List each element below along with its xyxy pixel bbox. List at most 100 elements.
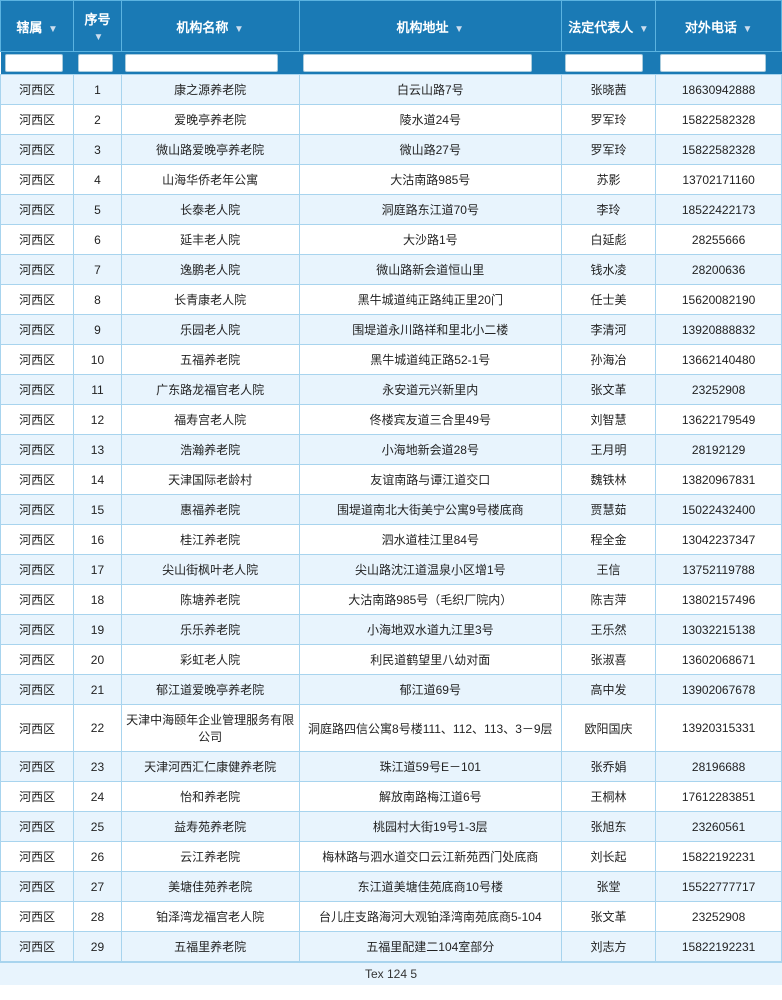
filter-name-input[interactable] — [125, 54, 278, 72]
table-row: 河西区1康之源养老院白云山路7号张晓茜18630942888 — [1, 75, 782, 105]
cell-name: 益寿苑养老院 — [121, 812, 299, 842]
cell-region: 河西区 — [1, 615, 74, 645]
cell-region: 河西区 — [1, 555, 74, 585]
cell-region: 河西区 — [1, 902, 74, 932]
cell-address: 陵水道24号 — [299, 105, 561, 135]
cell-rep: 张晓茜 — [561, 75, 655, 105]
cell-address: 泗水道桂江里84号 — [299, 525, 561, 555]
cell-region: 河西区 — [1, 435, 74, 465]
cell-name: 怡和养老院 — [121, 782, 299, 812]
cell-region: 河西区 — [1, 75, 74, 105]
cell-phone: 13602068671 — [656, 645, 782, 675]
cell-rep: 张文革 — [561, 902, 655, 932]
cell-region: 河西区 — [1, 932, 74, 962]
cell-phone: 15522777717 — [656, 872, 782, 902]
table-row: 河西区20彩虹老人院利民道鹤望里八幼对面张淑喜13602068671 — [1, 645, 782, 675]
cell-phone: 13662140480 — [656, 345, 782, 375]
cell-region: 河西区 — [1, 195, 74, 225]
cell-address: 小海地双水道九江里3号 — [299, 615, 561, 645]
cell-address: 珠江道59号E－101 — [299, 752, 561, 782]
cell-name: 天津中海颐年企业管理服务有限公司 — [121, 705, 299, 752]
cell-seq: 11 — [74, 375, 121, 405]
cell-rep: 王信 — [561, 555, 655, 585]
sort-icon-address[interactable]: ▼ — [454, 24, 464, 35]
header-name[interactable]: 机构名称 ▼ — [121, 1, 299, 52]
cell-name: 广东路龙福官老人院 — [121, 375, 299, 405]
filter-phone-input[interactable] — [660, 54, 766, 72]
cell-seq: 7 — [74, 255, 121, 285]
sort-icon-rep[interactable]: ▼ — [639, 24, 649, 35]
cell-name: 天津河西汇仁康健养老院 — [121, 752, 299, 782]
cell-rep: 王月明 — [561, 435, 655, 465]
table-row: 河西区2爱晚亭养老院陵水道24号罗军玲15822582328 — [1, 105, 782, 135]
header-phone[interactable]: 对外电话 ▼ — [656, 1, 782, 52]
cell-rep: 李玲 — [561, 195, 655, 225]
filter-phone-cell — [656, 52, 782, 75]
cell-address: 佟楼宾友道三合里49号 — [299, 405, 561, 435]
cell-name: 延丰老人院 — [121, 225, 299, 255]
cell-seq: 27 — [74, 872, 121, 902]
cell-seq: 13 — [74, 435, 121, 465]
cell-address: 解放南路梅江道6号 — [299, 782, 561, 812]
cell-rep: 刘志方 — [561, 932, 655, 962]
cell-rep: 任士美 — [561, 285, 655, 315]
cell-seq: 8 — [74, 285, 121, 315]
header-address[interactable]: 机构地址 ▼ — [299, 1, 561, 52]
cell-rep: 李清河 — [561, 315, 655, 345]
table-row: 河西区9乐园老人院围堤道永川路祥和里北小二楼李清河13920888832 — [1, 315, 782, 345]
cell-name: 五福养老院 — [121, 345, 299, 375]
header-seq[interactable]: 序号 ▼ — [74, 1, 121, 52]
cell-name: 云江养老院 — [121, 842, 299, 872]
cell-address: 尖山路沈江道温泉小区增1号 — [299, 555, 561, 585]
cell-phone: 13902067678 — [656, 675, 782, 705]
cell-seq: 26 — [74, 842, 121, 872]
table-row: 河西区17尖山街枫叶老人院尖山路沈江道温泉小区增1号王信13752119788 — [1, 555, 782, 585]
sort-icon-name[interactable]: ▼ — [234, 24, 244, 35]
cell-rep: 刘智慧 — [561, 405, 655, 435]
cell-region: 河西区 — [1, 105, 74, 135]
cell-region: 河西区 — [1, 525, 74, 555]
cell-rep: 苏影 — [561, 165, 655, 195]
cell-seq: 2 — [74, 105, 121, 135]
cell-rep: 白延彪 — [561, 225, 655, 255]
header-rep[interactable]: 法定代表人 ▼ — [561, 1, 655, 52]
table-row: 河西区22天津中海颐年企业管理服务有限公司洞庭路四信公寓8号楼111、112、1… — [1, 705, 782, 752]
sort-icon-seq[interactable]: ▼ — [94, 32, 104, 43]
cell-phone: 13702171160 — [656, 165, 782, 195]
table-row: 河西区8长青康老人院黑牛城道纯正路纯正里20门任士美15620082190 — [1, 285, 782, 315]
cell-phone: 13032215138 — [656, 615, 782, 645]
cell-name: 康之源养老院 — [121, 75, 299, 105]
cell-seq: 10 — [74, 345, 121, 375]
cell-region: 河西区 — [1, 842, 74, 872]
table-row: 河西区6延丰老人院大沙路1号白延彪28255666 — [1, 225, 782, 255]
cell-rep: 罗军玲 — [561, 105, 655, 135]
header-region[interactable]: 辖属 ▼ — [1, 1, 74, 52]
cell-phone: 13920315331 — [656, 705, 782, 752]
cell-phone: 23252908 — [656, 902, 782, 932]
cell-phone: 15822192231 — [656, 842, 782, 872]
cell-address: 白云山路7号 — [299, 75, 561, 105]
cell-rep: 陈吉萍 — [561, 585, 655, 615]
cell-address: 东江道美塘佳苑底商10号楼 — [299, 872, 561, 902]
cell-seq: 29 — [74, 932, 121, 962]
table-row: 河西区7逸鹏老人院微山路新会道恒山里钱水凌28200636 — [1, 255, 782, 285]
cell-address: 桃园村大街19号1-3层 — [299, 812, 561, 842]
cell-phone: 18522422173 — [656, 195, 782, 225]
cell-rep: 张乔娟 — [561, 752, 655, 782]
cell-name: 陈塘养老院 — [121, 585, 299, 615]
filter-rep-cell — [561, 52, 655, 75]
filter-address-cell — [299, 52, 561, 75]
filter-address-input[interactable] — [303, 54, 532, 72]
filter-seq-input[interactable] — [78, 54, 113, 72]
cell-region: 河西区 — [1, 782, 74, 812]
filter-region-cell — [1, 52, 74, 75]
filter-rep-input[interactable] — [565, 54, 643, 72]
table-row: 河西区25益寿苑养老院桃园村大街19号1-3层张旭东23260561 — [1, 812, 782, 842]
cell-name: 彩虹老人院 — [121, 645, 299, 675]
cell-phone: 18630942888 — [656, 75, 782, 105]
cell-rep: 钱水凌 — [561, 255, 655, 285]
sort-icon-phone[interactable]: ▼ — [742, 24, 752, 35]
filter-region-input[interactable] — [5, 54, 64, 72]
sort-icon-region[interactable]: ▼ — [48, 24, 58, 35]
cell-region: 河西区 — [1, 705, 74, 752]
